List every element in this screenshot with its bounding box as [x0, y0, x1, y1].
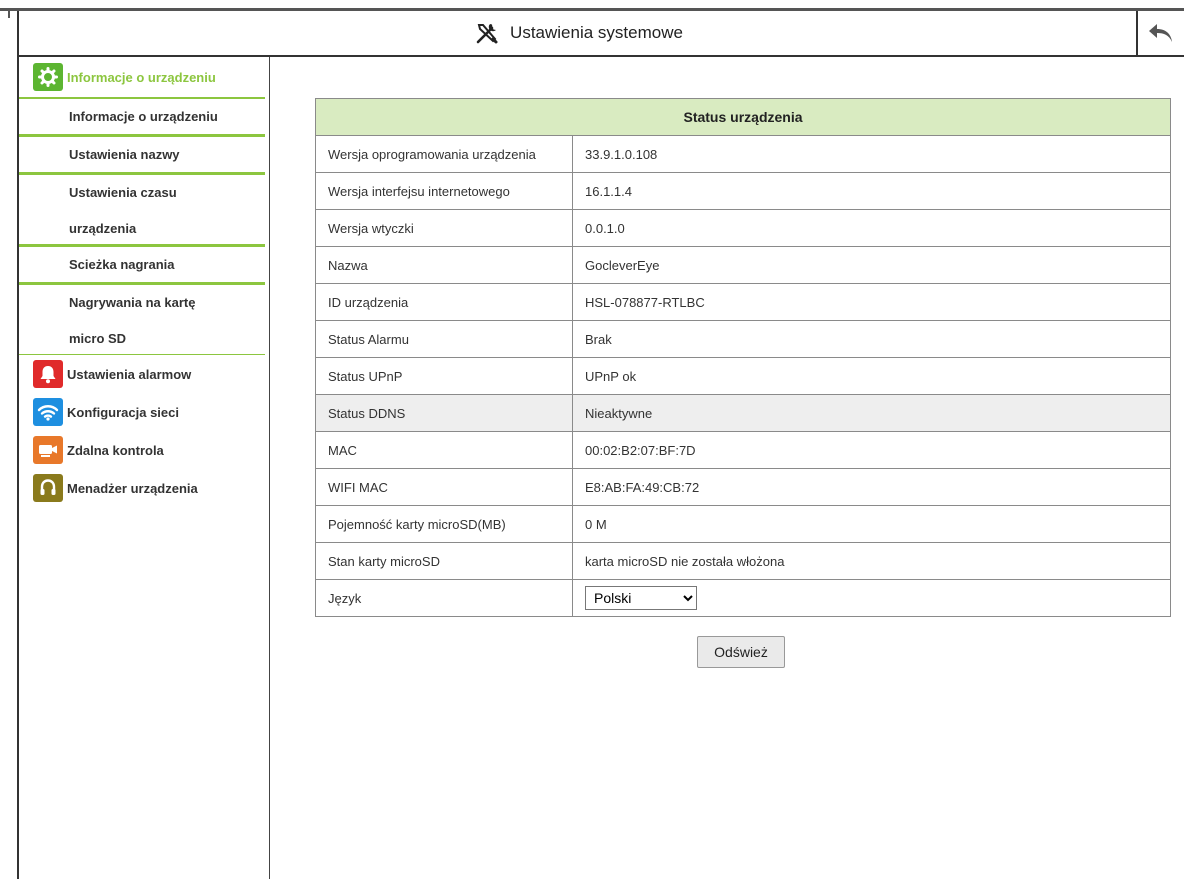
table-row: Status Alarmu Brak [315, 320, 1171, 358]
back-button[interactable] [1136, 11, 1184, 55]
row-value: HSL-078877-RTLBC [572, 283, 1171, 321]
sidebar-item-recording-path[interactable]: Scieżka nagrania [19, 247, 265, 285]
row-value: Brak [572, 320, 1171, 358]
table-row-hovered: Status DDNS Nieaktywne [315, 394, 1171, 432]
row-value: Nieaktywne [572, 394, 1171, 432]
gear-icon [33, 63, 63, 91]
window-corner [0, 8, 10, 18]
row-key: Status Alarmu [315, 320, 573, 358]
sidebar-group-label: Menadżer urządzenia [67, 480, 198, 496]
table-row: Wersja wtyczki 0.0.1.0 [315, 209, 1171, 247]
table-row: MAC 00:02:B2:07:BF:7D [315, 431, 1171, 469]
sidebar-item-label: Ustawienia nazwy [69, 147, 180, 162]
sidebar-group-label: Informacje o urządzeniu [67, 69, 216, 85]
sidebar-item-label: Scieżka nagrania [69, 257, 175, 272]
camera-icon [33, 436, 63, 464]
table-row: WIFI MAC E8:AB:FA:49:CB:72 [315, 468, 1171, 506]
sidebar-group-remote-control[interactable]: Zdalna kontrola [19, 431, 269, 469]
sidebar-item-label-line2: micro SD [69, 331, 127, 346]
refresh-button[interactable]: Odśwież [697, 636, 785, 668]
row-value: karta microSD nie została włożona [572, 542, 1171, 580]
table-row: Status UPnP UPnP ok [315, 357, 1171, 395]
sidebar-item-sd-recording[interactable]: Nagrywania na kartę micro SD [19, 285, 265, 355]
row-key: MAC [315, 431, 573, 469]
sidebar-group-device-manager[interactable]: Menadżer urządzenia [19, 469, 269, 507]
tools-icon [476, 24, 498, 44]
table-row: Stan karty microSD karta microSD nie zost… [315, 542, 1171, 580]
row-value: 33.9.1.0.108 [572, 135, 1171, 173]
sidebar-item-name-settings[interactable]: Ustawienia nazwy [19, 137, 265, 175]
row-value: 00:02:B2:07:BF:7D [572, 431, 1171, 469]
headset-icon [33, 474, 63, 502]
row-key: Wersja oprogramowania urządzenia [315, 135, 573, 173]
header-title-group: Ustawienia systemowe [19, 11, 1138, 55]
sidebar: Informacje o urządzeniu Informacje o urz… [19, 57, 270, 879]
row-value: 0.0.1.0 [572, 209, 1171, 247]
sidebar-item-time-settings[interactable]: Ustawienia czasu urządzenia [19, 175, 265, 247]
row-key: Status UPnP [315, 357, 573, 395]
row-key: Stan karty microSD [315, 542, 573, 580]
sidebar-item-label-line1: Ustawienia czasu [69, 185, 177, 200]
row-key: Wersja interfejsu internetowego [315, 172, 573, 210]
table-row: Nazwa GocleverEye [315, 246, 1171, 284]
undo-arrow-icon [1149, 24, 1172, 42]
row-key: Wersja wtyczki [315, 209, 573, 247]
row-value: UPnP ok [572, 357, 1171, 395]
row-value: Polski [572, 579, 1171, 617]
row-key: Język [315, 579, 573, 617]
table-title: Status urządzenia [315, 98, 1171, 136]
row-key: ID urządzenia [315, 283, 573, 321]
main-content: Status urządzenia Wersja oprogramowania … [270, 57, 1184, 879]
sidebar-item-label-line2: urządzenia [69, 221, 137, 236]
row-key: Nazwa [315, 246, 573, 284]
row-key: WIFI MAC [315, 468, 573, 506]
sidebar-item-label: Informacje o urządzeniu [69, 109, 218, 124]
table-row: Wersja interfejsu internetowego 16.1.1.4 [315, 172, 1171, 210]
sidebar-item-label-line1: Nagrywania na kartę [69, 295, 196, 310]
row-key: Pojemność karty microSD(MB) [315, 505, 573, 543]
sidebar-group-label: Ustawienia alarmow [67, 366, 192, 382]
row-value: 0 M [572, 505, 1171, 543]
sidebar-group-device-info[interactable]: Informacje o urządzeniu [19, 57, 269, 97]
table-header-row: Status urządzenia [315, 98, 1171, 136]
bell-icon [33, 360, 63, 388]
sidebar-group-network-config[interactable]: Konfiguracja sieci [19, 393, 269, 431]
table-row: ID urządzenia HSL-078877-RTLBC [315, 283, 1171, 321]
row-value: 16.1.1.4 [572, 172, 1171, 210]
wifi-icon [33, 398, 63, 426]
table-row: Pojemność karty microSD(MB) 0 M [315, 505, 1171, 543]
page-title: Ustawienia systemowe [510, 23, 683, 42]
device-info-submenu: Informacje o urządzeniu Ustawienia nazwy… [19, 99, 269, 355]
sidebar-group-label: Konfiguracja sieci [67, 404, 179, 420]
sidebar-group-label: Zdalna kontrola [67, 442, 164, 458]
sidebar-group-alarm-settings[interactable]: Ustawienia alarmow [19, 355, 269, 393]
page-header: Ustawienia systemowe [19, 11, 1184, 57]
device-status-table: Status urządzenia Wersja oprogramowania … [315, 98, 1171, 617]
table-row: Wersja oprogramowania urządzenia 33.9.1.0… [315, 135, 1171, 173]
language-select[interactable]: Polski [585, 586, 697, 610]
row-value: GocleverEye [572, 246, 1171, 284]
row-key: Status DDNS [315, 394, 573, 432]
row-value: E8:AB:FA:49:CB:72 [572, 468, 1171, 506]
table-row-language: Język Polski [315, 579, 1171, 617]
sidebar-item-device-info[interactable]: Informacje o urządzeniu [19, 99, 265, 137]
